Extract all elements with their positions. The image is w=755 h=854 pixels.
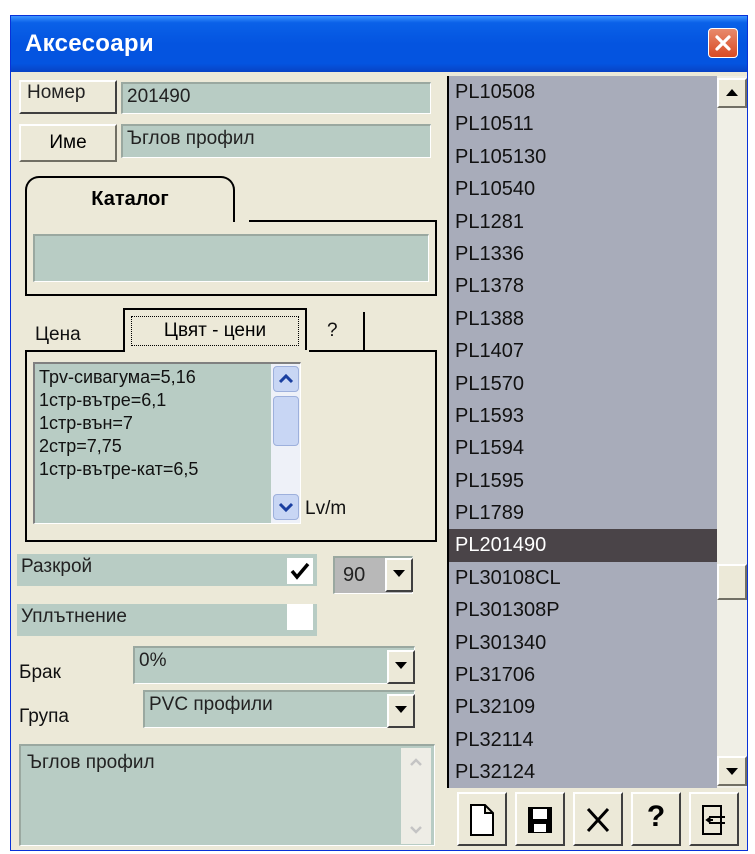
- list-scroll-down-button[interactable]: [717, 756, 747, 786]
- window-title: Аксесоари: [25, 30, 154, 57]
- group-label: Група: [19, 706, 69, 727]
- tab-price[interactable]: Цена: [25, 312, 125, 352]
- new-button[interactable]: [457, 792, 507, 846]
- price-panel: Трv-сивагума=5,16 1стр-вътре=6,1 1стр-въ…: [25, 350, 437, 542]
- scroll-up-button[interactable]: [273, 366, 299, 392]
- price-line: Трv-сивагума=5,16: [39, 367, 196, 387]
- delete-button[interactable]: [573, 792, 623, 846]
- list-item[interactable]: PL1378: [449, 270, 717, 302]
- cut-angle-dropdown-button[interactable]: [385, 558, 413, 592]
- defect-label: Брак: [19, 662, 61, 683]
- tab-help-label: ?: [327, 320, 338, 341]
- cut-label: Разкрой: [17, 554, 317, 586]
- list-item[interactable]: PL1281: [449, 206, 717, 238]
- exit-icon: [702, 805, 725, 835]
- defect-dropdown-button[interactable]: [387, 650, 415, 684]
- list-item[interactable]: PL32114: [449, 724, 717, 756]
- price-unit: Lv/m: [305, 498, 347, 519]
- seal-label: Уплътнение: [17, 604, 317, 636]
- price-line: 1стр-вътре=6,1: [39, 390, 167, 410]
- help-button[interactable]: ?: [631, 792, 681, 846]
- checkmark-icon: [290, 562, 310, 580]
- list-item[interactable]: PL301308P: [449, 594, 717, 626]
- list-item-selected[interactable]: PL201490: [449, 529, 717, 562]
- list-item[interactable]: PL1336: [449, 238, 717, 270]
- title-bar[interactable]: Аксесоари: [11, 16, 747, 72]
- scroll-down-button[interactable]: [273, 494, 299, 520]
- cut-checkbox[interactable]: [287, 558, 313, 584]
- save-button[interactable]: [515, 792, 565, 846]
- list-item[interactable]: PL1595: [449, 465, 717, 497]
- price-list[interactable]: Трv-сивагума=5,16 1стр-вътре=6,1 1стр-въ…: [33, 362, 301, 524]
- catalog-field[interactable]: [33, 234, 429, 282]
- catalog-panel: [25, 220, 437, 296]
- list-item[interactable]: PL1388: [449, 303, 717, 335]
- list-item[interactable]: PL1594: [449, 432, 717, 464]
- list-item[interactable]: PL32124: [449, 756, 717, 788]
- list-scroll-up-button[interactable]: [717, 78, 747, 108]
- list-scroll-thumb[interactable]: [717, 564, 747, 600]
- list-item[interactable]: PL301340: [449, 627, 717, 659]
- defect-select[interactable]: 0%: [133, 646, 415, 684]
- tab-help[interactable]: ?: [309, 312, 365, 350]
- description-field[interactable]: Ъглов профил: [19, 744, 435, 846]
- list-item[interactable]: PL10508: [449, 76, 717, 108]
- name-button[interactable]: Име: [19, 124, 117, 162]
- accessories-window: Аксесоари Номер 201490 Име Ъглов профил …: [10, 15, 748, 851]
- chevron-down-icon: [278, 502, 294, 513]
- defect-value: 0%: [139, 650, 167, 671]
- exit-button[interactable]: [689, 792, 739, 846]
- group-value: PVC профили: [149, 694, 273, 715]
- list-item[interactable]: PL1789: [449, 497, 717, 529]
- close-icon: [715, 35, 731, 51]
- triangle-up-icon: [726, 89, 738, 96]
- list-item[interactable]: PL1407: [449, 335, 717, 367]
- help-icon: ?: [646, 800, 666, 833]
- list-scrollbar[interactable]: [717, 76, 747, 788]
- name-field[interactable]: Ъглов профил: [121, 124, 431, 158]
- chevron-up-icon: [278, 373, 294, 384]
- list-item[interactable]: PL30108CL: [449, 562, 717, 594]
- triangle-down-icon: [726, 768, 738, 775]
- scroll-thumb[interactable]: [273, 396, 299, 446]
- price-line: 1стр-вътре-кат=6,5: [39, 459, 199, 479]
- number-label: Номер: [19, 80, 117, 114]
- price-line: 1стр-вън=7: [39, 413, 133, 433]
- chevron-up-icon: [410, 758, 422, 766]
- group-dropdown-button[interactable]: [387, 694, 415, 728]
- list-item[interactable]: PL1593: [449, 400, 717, 432]
- seal-checkbox[interactable]: [287, 604, 313, 630]
- number-field[interactable]: 201490: [121, 82, 431, 114]
- tab-price-label: Цена: [35, 324, 81, 345]
- cut-angle-value: 90: [343, 564, 366, 586]
- list-item[interactable]: PL31706: [449, 659, 717, 691]
- list-item[interactable]: PL1570: [449, 368, 717, 400]
- delete-icon: [586, 807, 610, 833]
- price-scrollbar[interactable]: [271, 364, 300, 523]
- group-select[interactable]: PVC профили: [143, 690, 415, 728]
- list-item[interactable]: PL32109: [449, 691, 717, 723]
- description-text: Ъглов профил: [27, 752, 155, 773]
- description-scrollbar[interactable]: [401, 748, 431, 844]
- close-button[interactable]: [708, 28, 738, 58]
- tab-catalog-label: Каталог: [91, 188, 169, 210]
- tab-color-prices[interactable]: Цвят - цени: [123, 308, 307, 350]
- list-item[interactable]: PL10540: [449, 173, 717, 205]
- accessories-list[interactable]: PL10508 PL10511 PL105130 PL10540 PL1281 …: [447, 76, 717, 788]
- tab-catalog[interactable]: Каталог: [25, 176, 235, 222]
- chevron-down-icon: [410, 826, 422, 834]
- list-item[interactable]: PL10511: [449, 108, 717, 140]
- price-line: 2стр=7,75: [39, 436, 122, 456]
- tab-color-prices-label: Цвят - цени: [131, 316, 299, 346]
- new-document-icon: [470, 804, 494, 836]
- save-icon: [528, 807, 552, 833]
- list-item[interactable]: PL105130: [449, 141, 717, 173]
